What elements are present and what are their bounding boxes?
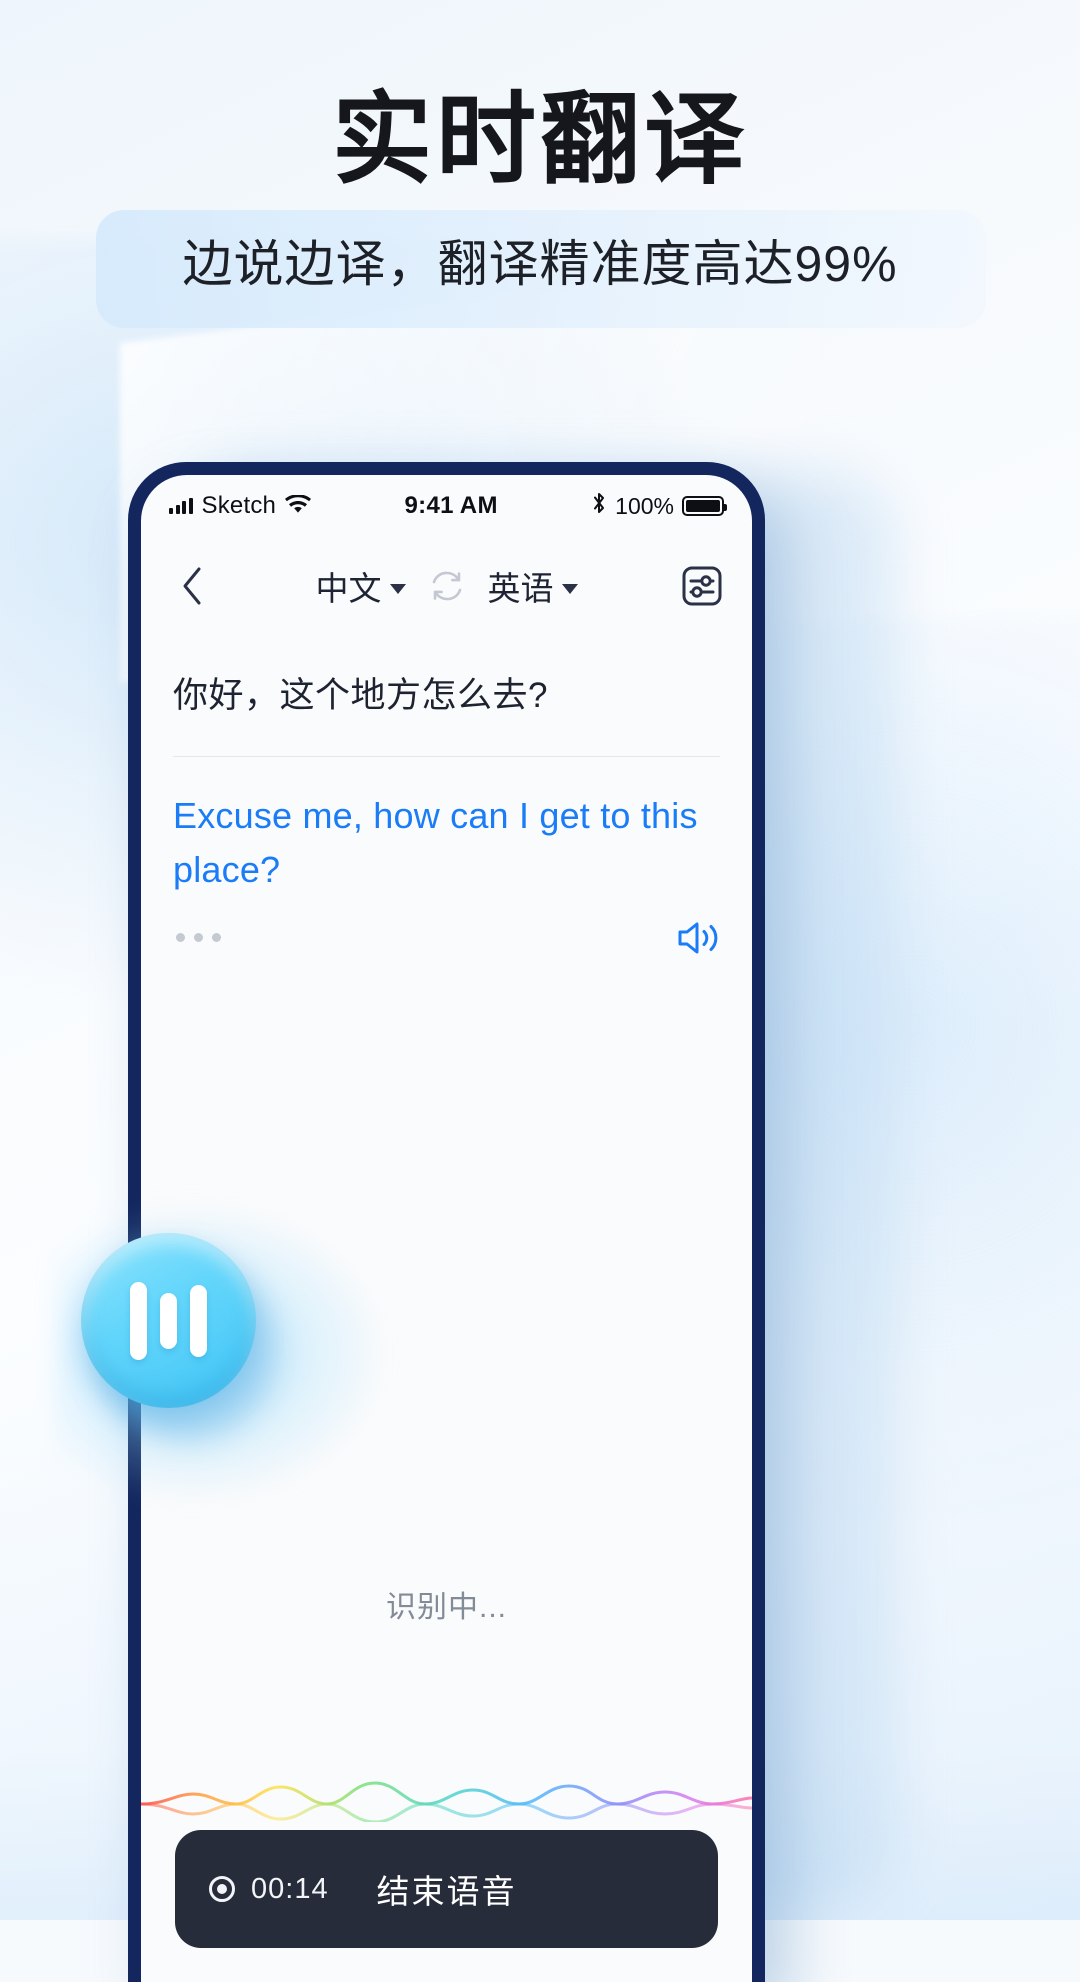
- app-navbar: 中文 英语: [141, 537, 752, 635]
- wifi-icon: [285, 493, 312, 520]
- recognizing-status: 识别中...: [385, 1591, 507, 1624]
- swap-languages-icon: [432, 571, 461, 601]
- play-audio-button[interactable]: [676, 919, 720, 957]
- waveform-bar: [160, 1292, 177, 1349]
- swap-languages-button[interactable]: [426, 569, 468, 603]
- elapsed-time: 00:14: [251, 1872, 329, 1905]
- page-title: 实时翻译: [332, 84, 748, 196]
- voice-badge[interactable]: [55, 1185, 385, 1515]
- promo-header: 实时翻译 边说边译，翻译精准度高达99%: [0, 0, 1080, 328]
- waveform-graphic: [141, 1781, 752, 1822]
- status-bar-time: 9:41 AM: [404, 492, 498, 519]
- voice-waveform-icon[interactable]: [81, 1233, 256, 1408]
- conversation-card: 你好，这个地方怎么去? Excuse me, how can I get to …: [141, 635, 752, 957]
- battery-full-icon: [682, 496, 727, 516]
- subtitle-container: 边说边译，翻译精准度高达99%: [0, 210, 1080, 328]
- source-language-selector[interactable]: 中文: [316, 562, 406, 610]
- chevron-left-icon: [183, 567, 201, 605]
- back-button[interactable]: [169, 563, 215, 609]
- chevron-down-icon: [561, 583, 578, 594]
- typing-indicator-icon: [173, 933, 221, 943]
- signal-bars-icon: [169, 498, 193, 514]
- source-text: 你好，这个地方怎么去?: [173, 676, 548, 715]
- battery-percent-label: 100%: [615, 492, 674, 519]
- record-bar-container: 00:14 结束语音: [141, 1830, 752, 1982]
- waveform-bar: [130, 1281, 147, 1360]
- status-bar: Sketch 9:41 AM 100%: [141, 475, 752, 537]
- target-language-selector[interactable]: 英语: [488, 562, 578, 610]
- record-status-group: 00:14: [209, 1873, 329, 1906]
- status-bar-right: 100%: [591, 491, 727, 521]
- settings-button[interactable]: [680, 564, 724, 608]
- waveform-bar: [190, 1284, 207, 1357]
- carrier-label: Sketch: [201, 492, 277, 519]
- chevron-down-icon: [389, 583, 406, 594]
- page-subtitle: 边说边译，翻译精准度高达99%: [182, 236, 898, 292]
- status-bar-left: Sketch: [169, 492, 312, 520]
- target-language-label: 英语: [487, 570, 554, 607]
- audio-waveform: [141, 1774, 752, 1830]
- sliders-icon: [682, 566, 722, 606]
- stop-recording-button[interactable]: 00:14 结束语音: [175, 1830, 718, 1948]
- translation-actions: [173, 897, 720, 957]
- bluetooth-icon: [591, 491, 607, 521]
- language-selector-group: 中文 英语: [141, 562, 752, 610]
- translated-text: Excuse me, how can I get to this place?: [173, 794, 698, 890]
- record-dot-icon: [209, 1876, 235, 1902]
- source-language-label: 中文: [315, 570, 382, 607]
- speaker-wave-icon: [678, 922, 718, 954]
